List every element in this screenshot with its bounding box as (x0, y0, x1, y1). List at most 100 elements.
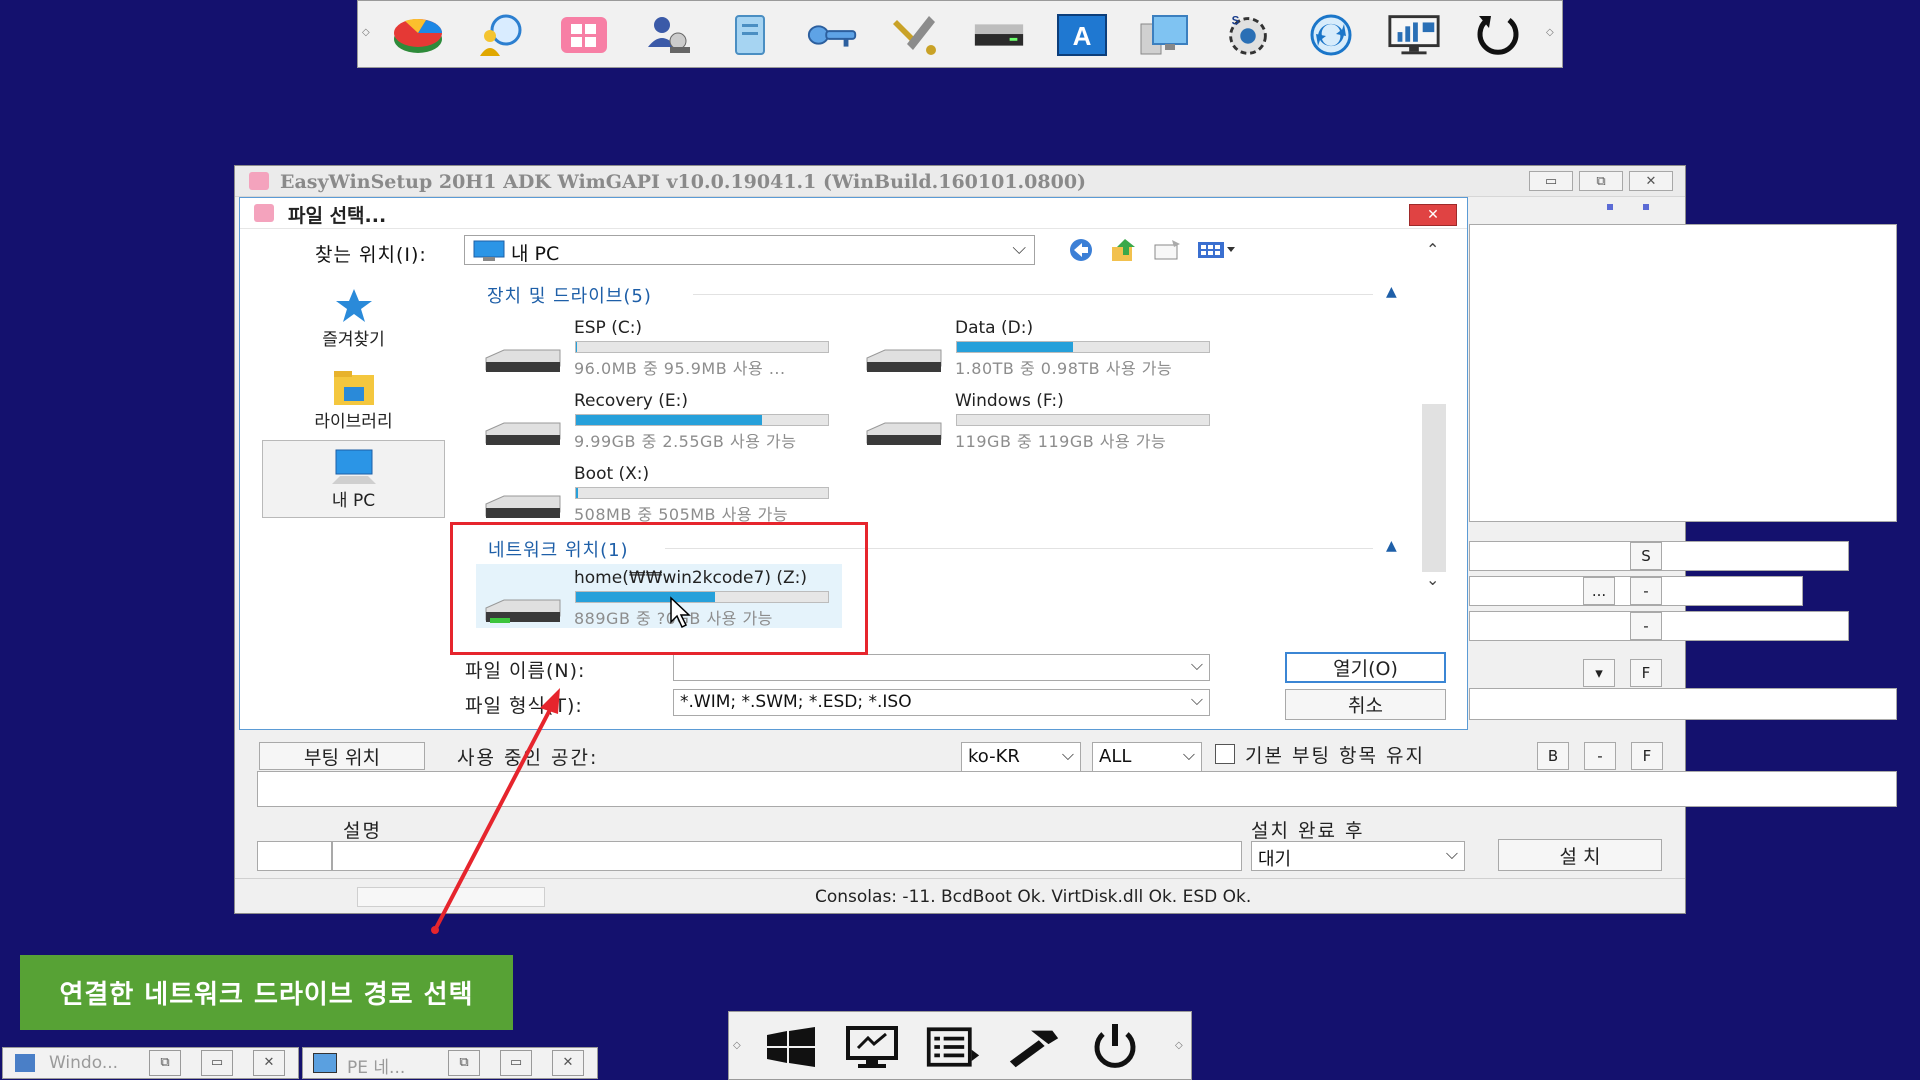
monitor-chart-icon[interactable] (1386, 9, 1442, 61)
list-icon[interactable] (925, 1022, 981, 1072)
place-favorites[interactable]: 즐겨찾기 (262, 279, 445, 357)
main-window-title: EasyWinSetup 20H1 ADK WimGAPI v10.0.1904… (280, 171, 1087, 193)
svg-text:S: S (1232, 15, 1240, 27)
f-button[interactable]: F (1631, 742, 1663, 770)
chevron-down-icon: ⌵ (1061, 745, 1074, 764)
top-toolbar: ◇ ◇ A S (357, 0, 1563, 68)
font-a-icon[interactable]: A (1054, 9, 1110, 61)
windows-logo-icon[interactable] (763, 1022, 819, 1072)
drive-e[interactable]: Recovery (E:) 9.99GB 중 2.55GB 사용 가능 (476, 387, 842, 451)
computer-window-icon[interactable] (1137, 9, 1193, 61)
hammer-icon[interactable] (1006, 1022, 1062, 1072)
dock-left-arrow-icon[interactable]: ◇ (733, 1040, 743, 1054)
dash-button[interactable]: - (1630, 612, 1662, 640)
s-button[interactable]: S (1630, 542, 1662, 570)
filetype-select[interactable]: *.WIM; *.SWM; *.ESD; *.ISO ⌵ (673, 689, 1210, 716)
install-button[interactable]: 설 치 (1498, 839, 1662, 871)
sync-icon[interactable] (1303, 9, 1359, 61)
place-this-pc[interactable]: 내 PC (262, 440, 445, 518)
cancel-button[interactable]: 취소 (1285, 689, 1446, 720)
up-folder-button[interactable] (1106, 235, 1142, 265)
after-install-select[interactable]: 대기 ⌵ (1251, 841, 1465, 871)
drive-c[interactable]: ESP (C:) 96.0MB 중 95.9MB 사용 ... (476, 314, 842, 378)
collapse-caret-icon[interactable]: ▲ (1386, 538, 1397, 554)
up-folder-icon (1112, 239, 1135, 261)
description-prefix-field[interactable] (257, 841, 332, 871)
tools-icon[interactable] (888, 9, 944, 61)
filename-input[interactable]: ⌵ (673, 654, 1210, 681)
language-select[interactable]: ko-KR ⌵ (961, 742, 1081, 772)
collapse-caret-icon[interactable]: ▲ (1386, 284, 1397, 300)
drive-d[interactable]: Data (D:) 1.80TB 중 0.98TB 사용 가능 (857, 314, 1223, 378)
taskbar-item-pe-network[interactable]: PE 네... ⧉ ▭ ✕ (302, 1047, 598, 1079)
dash-button[interactable]: - (1584, 742, 1616, 770)
chevron-down-icon: ⌵ (1445, 844, 1458, 863)
close-icon[interactable]: ✕ (253, 1050, 285, 1076)
camera-settings-icon[interactable]: S (1220, 9, 1276, 61)
power-icon[interactable] (1087, 1022, 1143, 1072)
keep-boot-entry-checkbox[interactable] (1215, 744, 1235, 764)
dot-marker (1607, 204, 1613, 210)
drive-f[interactable]: Windows (F:) 119GB 중 119GB 사용 가능 (857, 387, 1223, 451)
restore-icon[interactable]: ⧉ (149, 1050, 181, 1076)
maximize-icon[interactable]: ▭ (500, 1050, 532, 1076)
close-button[interactable]: ✕ (1629, 171, 1673, 191)
drive-icon[interactable] (971, 9, 1027, 61)
hard-drive-icon (485, 349, 561, 372)
new-folder-button[interactable] (1149, 235, 1185, 265)
scroll-down-icon[interactable]: ⌄ (1426, 570, 1439, 589)
monitor-icon[interactable] (844, 1022, 900, 1072)
f-button[interactable]: F (1630, 659, 1662, 687)
network-user-icon[interactable] (639, 9, 695, 61)
minimize-button[interactable]: ▭ (1529, 171, 1573, 191)
toolbar-right-arrow-icon[interactable]: ◇ (1546, 27, 1556, 41)
browse-button[interactable]: ... (1583, 577, 1615, 605)
dialog-close-button[interactable]: ✕ (1409, 204, 1457, 226)
b-button[interactable]: B (1537, 742, 1569, 770)
filename-label: 파일 이름(N): (465, 660, 586, 682)
toolbar-left-arrow-icon[interactable]: ◇ (362, 27, 372, 41)
scroll-up-icon[interactable]: ⌃ (1426, 240, 1439, 259)
dialog-app-icon (254, 204, 274, 222)
dash-button[interactable]: - (1630, 577, 1662, 605)
maximize-icon: ⧉ (1596, 173, 1606, 189)
main-titlebar[interactable]: EasyWinSetup 20H1 ADK WimGAPI v10.0.1904… (235, 166, 1685, 197)
look-in-select[interactable]: 내 PC ⌵ (464, 235, 1035, 265)
drive-x[interactable]: Boot (X:) 508MB 중 505MB 사용 가능 (476, 460, 842, 524)
highlight-box (450, 522, 868, 655)
hard-drive-icon (866, 349, 942, 372)
group-divider (693, 294, 1373, 295)
document-icon[interactable] (722, 9, 778, 61)
group-devices-title[interactable]: 장치 및 드라이브(5) (487, 282, 652, 308)
window-icon (15, 1054, 35, 1072)
place-label: 라이브러리 (314, 411, 393, 432)
dropdown-button[interactable]: ▾ (1583, 659, 1615, 687)
restore-icon[interactable]: ⧉ (448, 1050, 480, 1076)
taskbar-item-windows[interactable]: Windo... ⧉ ▭ ✕ (2, 1047, 299, 1079)
minimize-icon: ▭ (1544, 173, 1558, 189)
maximize-button[interactable]: ⧉ (1579, 171, 1623, 191)
dialog-titlebar[interactable]: 파일 선택... ✕ (240, 198, 1467, 229)
hard-drive-icon (485, 495, 561, 518)
computer-icon (331, 449, 376, 484)
dot-marker (1643, 204, 1649, 210)
partition-icon[interactable] (390, 9, 446, 61)
dock-right-arrow-icon[interactable]: ◇ (1175, 1040, 1185, 1054)
refresh-icon[interactable] (1469, 9, 1525, 61)
user-search-icon[interactable] (473, 9, 529, 61)
place-libraries[interactable]: 라이브러리 (262, 361, 445, 439)
view-menu-button[interactable] (1193, 235, 1241, 265)
close-icon[interactable]: ✕ (552, 1050, 584, 1076)
open-button[interactable]: 열기(O) (1285, 652, 1446, 683)
content-scrollbar[interactable]: ⌃ ⌄ (1422, 240, 1446, 589)
annotation-label: 연결한 네트워크 드라이브 경로 선택 (20, 955, 513, 1030)
windows-app-icon[interactable] (556, 9, 612, 61)
edition-select[interactable]: ALL ⌵ (1092, 742, 1202, 772)
maximize-icon[interactable]: ▭ (201, 1050, 233, 1076)
right-panel-list[interactable] (1469, 224, 1897, 522)
right-panel-field-4[interactable] (1469, 688, 1897, 720)
scrollbar-thumb[interactable] (1422, 404, 1446, 572)
back-button[interactable] (1063, 235, 1099, 265)
key-icon[interactable] (805, 9, 861, 61)
boot-location-button[interactable]: 부팅 위치 (259, 742, 425, 770)
